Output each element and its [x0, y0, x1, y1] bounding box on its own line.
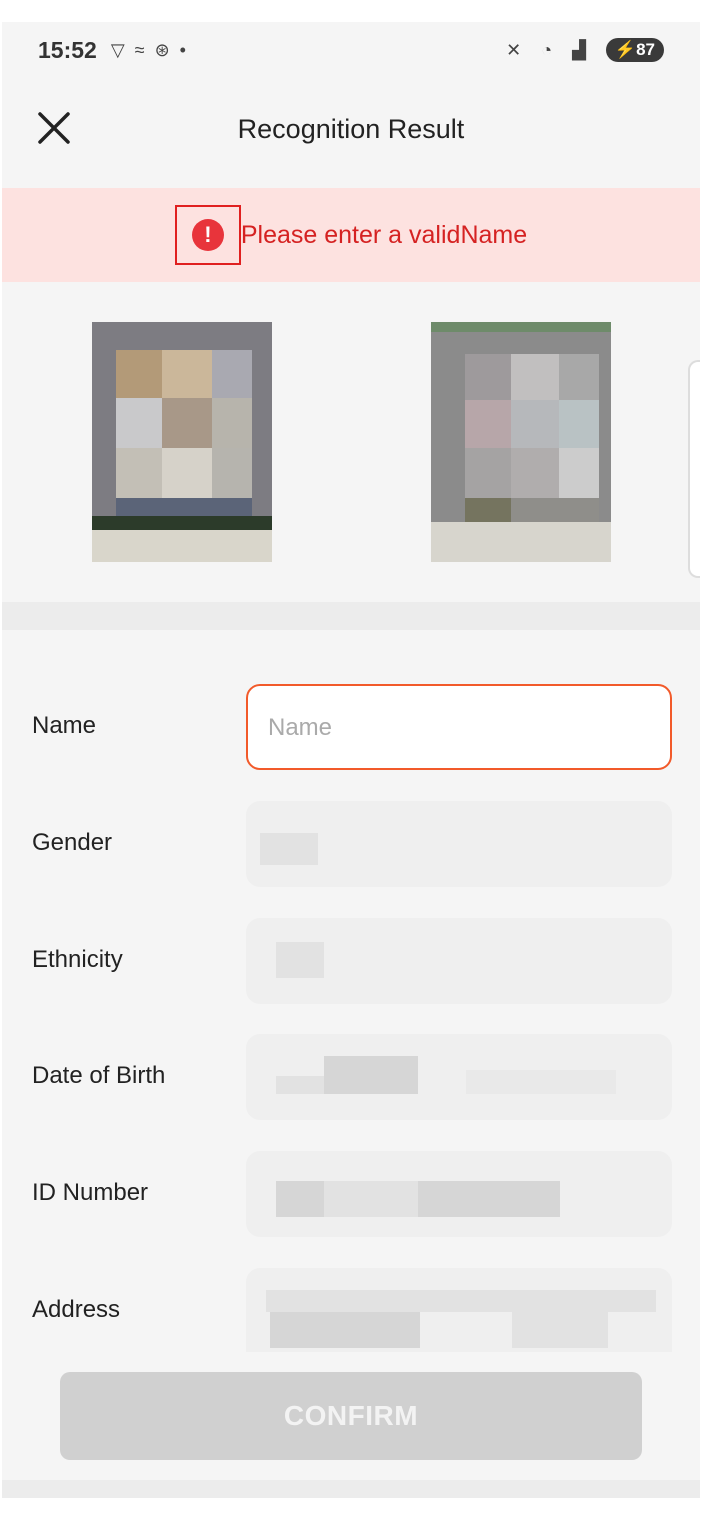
data-saver-icon: ≈: [134, 39, 145, 60]
page-title: Recognition Result: [237, 114, 465, 144]
mute-icon: ✕: [506, 39, 522, 60]
redacted-value: [324, 1181, 418, 1217]
id-card-back-photo[interactable]: [431, 322, 611, 562]
redacted-value: [270, 1312, 420, 1348]
battery-level: 87: [636, 40, 655, 59]
status-bar: 15:52 ▽ ≈ ⊛ • ✕ ◔ ▟ ⚡87: [2, 22, 700, 78]
dot-icon: •: [179, 39, 186, 60]
sync-icon: ⊛: [154, 39, 170, 60]
form-row-gender: Gender: [2, 801, 700, 887]
redacted-value: [324, 1056, 418, 1094]
redacted-value: [276, 942, 324, 978]
name-input[interactable]: [266, 686, 660, 768]
gender-field[interactable]: [246, 801, 672, 887]
id-images-section: [2, 282, 700, 602]
name-label: Name: [32, 712, 97, 739]
ethnicity-label: Ethnicity: [32, 946, 123, 973]
id-number-label: ID Number: [32, 1179, 149, 1206]
redacted-value: [276, 1181, 324, 1217]
form-row-name: Name: [2, 684, 700, 770]
bottom-bar: CONFIRM: [2, 1352, 700, 1498]
form-row-id-number: ID Number: [2, 1151, 700, 1237]
confirm-button[interactable]: CONFIRM: [60, 1372, 642, 1460]
dob-label: Date of Birth: [32, 1062, 166, 1089]
redacted-value: [466, 1070, 616, 1094]
status-time: 15:52: [38, 36, 97, 63]
dob-field[interactable]: [246, 1034, 672, 1120]
id-card-front-photo[interactable]: [92, 322, 272, 562]
exclamation-circle-icon: !: [191, 219, 224, 251]
address-label: Address: [32, 1296, 121, 1323]
signal-icon: ▟: [572, 39, 586, 60]
name-field[interactable]: [246, 684, 672, 770]
form-row-address: Address: [2, 1268, 700, 1354]
error-banner: ! Please enter a validName: [2, 188, 700, 282]
address-field[interactable]: [246, 1268, 672, 1352]
section-divider: [2, 602, 700, 630]
error-message: Please enter a validName: [240, 220, 528, 249]
redacted-value: [512, 1312, 608, 1348]
app-screen: 15:52 ▽ ≈ ⊛ • ✕ ◔ ▟ ⚡87 Recognition Resu…: [2, 22, 700, 1498]
redacted-value: [260, 833, 318, 865]
ethnicity-field[interactable]: [246, 918, 672, 1004]
redacted-value: [418, 1181, 560, 1217]
redacted-value: [266, 1290, 656, 1312]
battery-icon: ⚡87: [605, 38, 664, 62]
vpn-icon: ▽: [110, 39, 125, 60]
id-number-field[interactable]: [246, 1151, 672, 1237]
gender-label: Gender: [32, 829, 113, 856]
form-row-dob: Date of Birth: [2, 1034, 700, 1120]
form-row-ethnicity: Ethnicity: [2, 918, 700, 1004]
wifi-icon: ◔: [541, 39, 553, 60]
header: Recognition Result: [2, 78, 700, 188]
next-image-peek: [688, 360, 700, 578]
bottom-divider: [2, 1480, 700, 1498]
error-icon-highlight: !: [174, 205, 241, 265]
redacted-value: [276, 1076, 324, 1094]
